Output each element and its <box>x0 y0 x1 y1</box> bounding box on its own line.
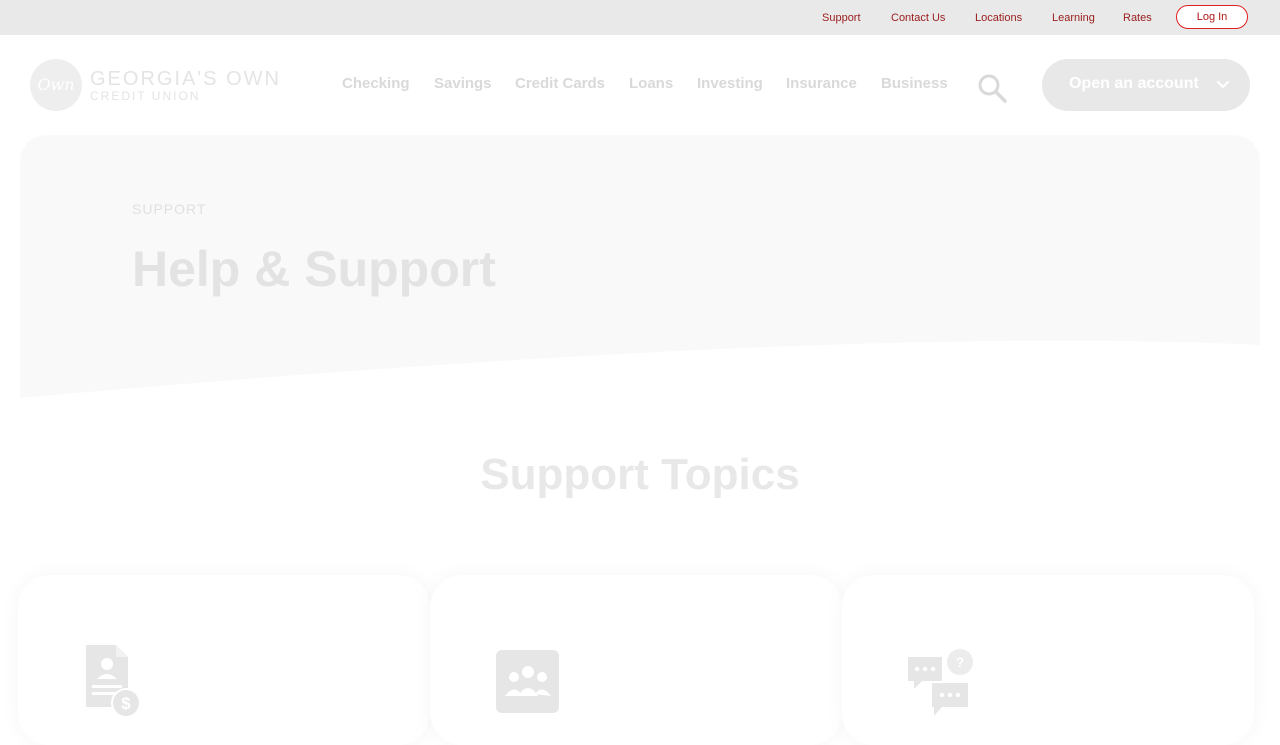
logo-mark: Own <box>30 59 82 111</box>
nav-item-business[interactable]: Business <box>881 75 948 92</box>
utility-link-support[interactable]: Support <box>822 12 861 24</box>
brand-logo[interactable]: Own GEORGIA'S OWN CREDIT UNION <box>30 59 279 111</box>
nav-item-investing[interactable]: Investing <box>697 75 763 92</box>
nav-item-checking[interactable]: Checking <box>342 75 410 92</box>
utility-link-rates[interactable]: Rates <box>1123 12 1152 24</box>
people-icon <box>496 650 559 713</box>
nav-item-insurance[interactable]: Insurance <box>786 75 857 92</box>
search-icon[interactable] <box>976 72 1008 104</box>
utility-link-contact-us[interactable]: Contact Us <box>891 12 945 24</box>
chat-question-icon: ? <box>908 649 973 716</box>
open-account-button[interactable]: Open an account <box>1042 59 1250 111</box>
nav-item-credit-cards[interactable]: Credit Cards <box>515 75 605 92</box>
utility-link-locations[interactable]: Locations <box>975 12 1022 24</box>
page-title: Help & Support <box>132 241 496 297</box>
hero-banner: SUPPORT Help & Support <box>20 135 1260 400</box>
utility-link-learning[interactable]: Learning <box>1052 12 1095 24</box>
logo-subname: CREDIT UNION <box>90 89 201 103</box>
svg-text:$: $ <box>121 694 131 713</box>
hero-eyebrow: SUPPORT <box>132 201 207 217</box>
chevron-down-icon <box>1216 80 1230 89</box>
document-dollar-icon: $ <box>86 645 141 718</box>
logo-name: GEORGIA'S OWN <box>90 68 281 90</box>
svg-text:?: ? <box>956 654 965 670</box>
open-account-label: Open an account <box>1069 75 1199 92</box>
support-topics-heading: Support Topics <box>480 450 800 499</box>
utility-bar: Support Contact Us Locations Learning Ra… <box>0 0 1280 35</box>
nav-item-loans[interactable]: Loans <box>629 75 673 92</box>
nav-item-savings[interactable]: Savings <box>434 75 492 92</box>
main-header: Own GEORGIA'S OWN CREDIT UNION Checking … <box>0 35 1280 135</box>
login-button[interactable]: Log In <box>1176 5 1248 29</box>
